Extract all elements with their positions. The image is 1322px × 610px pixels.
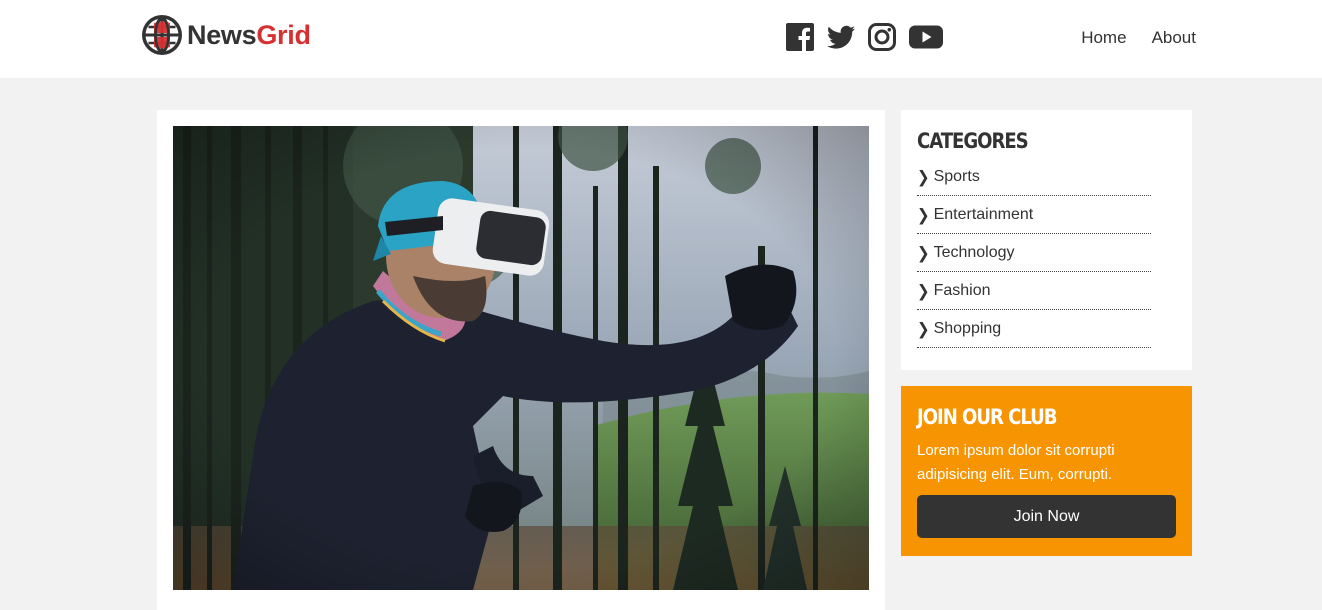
social-links <box>785 22 944 52</box>
chevron-right-icon: ❯ <box>917 243 930 263</box>
nav-about-link[interactable]: About <box>1152 28 1196 48</box>
join-now-button[interactable]: Join Now <box>917 495 1176 538</box>
chevron-right-icon: ❯ <box>917 167 930 187</box>
facebook-icon[interactable] <box>785 22 815 52</box>
categories-list: ❯ Sports ❯ Entertainment ❯ Technology ❯ Fash… <box>917 158 1151 348</box>
category-item-technology[interactable]: ❯ Technology <box>917 234 1151 272</box>
twitter-icon[interactable] <box>826 22 856 52</box>
chevron-right-icon: ❯ <box>917 319 930 339</box>
category-item-sports[interactable]: ❯ Sports <box>917 158 1151 196</box>
category-item-fashion[interactable]: ❯ Fashion <box>917 272 1151 310</box>
main-nav: Home About <box>1056 28 1196 48</box>
brand-name: NewsGrid <box>187 20 311 51</box>
category-label: Entertainment <box>933 205 1034 223</box>
category-label: Shopping <box>933 319 1002 337</box>
category-item-entertainment[interactable]: ❯ Entertainment <box>917 196 1151 234</box>
navbar: NewsGrid Home About <box>0 0 1322 78</box>
join-club-panel: Join Our Club Lorem ipsum dolor sit corr… <box>901 386 1192 556</box>
article-image[interactable] <box>173 126 869 590</box>
youtube-icon[interactable] <box>908 22 944 52</box>
featured-article <box>157 110 885 610</box>
category-label: Fashion <box>933 281 991 299</box>
chevron-right-icon: ❯ <box>917 281 930 301</box>
brand-logo[interactable]: NewsGrid <box>141 14 311 56</box>
chevron-right-icon: ❯ <box>917 205 930 225</box>
category-label: Sports <box>933 167 980 185</box>
category-label: Technology <box>933 243 1015 261</box>
categories-panel: Categores ❯ Sports ❯ Entertainment ❯ Techno… <box>901 110 1192 370</box>
join-club-text: Lorem ipsum dolor sit corrupti adipisici… <box>917 442 1115 483</box>
categories-heading: Categores <box>917 129 1029 153</box>
nav-home-link[interactable]: Home <box>1081 28 1126 48</box>
brand-name-part1: News <box>187 19 257 50</box>
globe-icon <box>142 15 182 55</box>
join-club-heading: Join Our Club <box>917 405 1058 429</box>
brand-name-part2: Grid <box>256 19 311 50</box>
instagram-icon[interactable] <box>867 22 897 52</box>
category-item-shopping[interactable]: ❯ Shopping <box>917 310 1151 348</box>
